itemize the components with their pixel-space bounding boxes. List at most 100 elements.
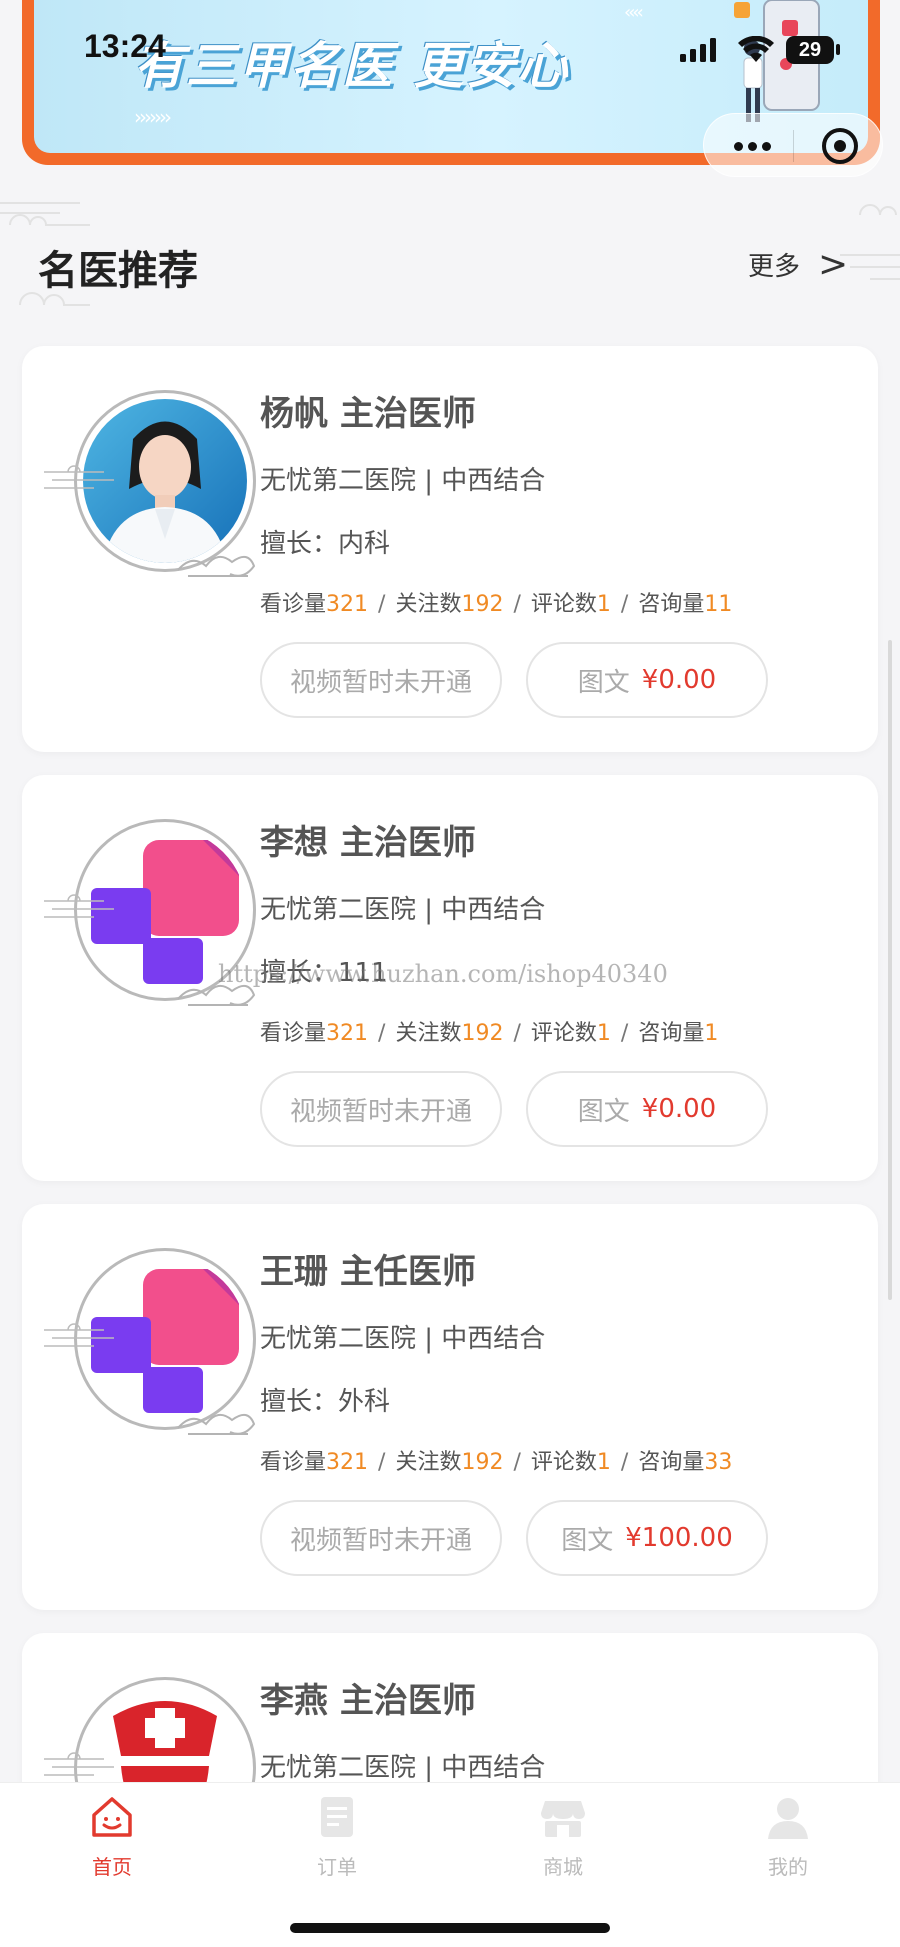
visits-count: 321 <box>326 1450 369 1475</box>
reviews-label: 评论数 <box>530 1021 597 1046</box>
stats-separator: / <box>620 592 629 617</box>
visits-label: 看诊量 <box>260 1021 327 1046</box>
chevron-right-icon: > <box>818 243 849 285</box>
text-consult-button[interactable]: 图文 ¥0.00 <box>526 642 768 718</box>
follows-label: 关注数 <box>395 592 462 617</box>
video-consult-button[interactable]: 视频暂时未开通 <box>260 642 502 718</box>
doctor-name: 王珊 主任医师 <box>260 1252 476 1292</box>
doctor-specialty: 擅长：外科 <box>260 1387 391 1417</box>
visits-label: 看诊量 <box>260 1450 327 1475</box>
reviews-count: 1 <box>596 1450 611 1475</box>
banner-chevrons: ››››››› <box>134 105 172 129</box>
stats-separator: / <box>513 1450 521 1475</box>
consults-count: 11 <box>704 592 733 617</box>
consults-label: 咨询量 <box>638 1021 705 1046</box>
consults-count: 33 <box>704 1450 733 1475</box>
text-consult-price: ¥0.00 <box>641 665 717 695</box>
doctor-name: 杨帆 主治医师 <box>260 394 476 434</box>
stats-separator: / <box>620 1021 629 1046</box>
cloud-decoration-icon <box>44 1323 114 1347</box>
visits-label: 看诊量 <box>260 592 327 617</box>
home-indicator <box>290 1923 610 1933</box>
scrollbar[interactable] <box>888 640 892 1300</box>
text-consult-price: ¥100.00 <box>625 1523 733 1553</box>
consults-label: 咨询量 <box>638 592 705 617</box>
doctor-avatar <box>44 1248 256 1448</box>
stats-separator: / <box>620 1450 629 1475</box>
more-label: 更多 <box>748 252 801 282</box>
wifi-icon <box>738 36 774 62</box>
cloud-decoration-icon <box>44 1752 114 1776</box>
visits-count: 321 <box>326 1021 369 1046</box>
doctor-card[interactable]: 杨帆 主治医师 无忧第二医院 | 中西结合 擅长：内科 看诊量321 / 关注数19… <box>22 346 878 752</box>
cellular-signal-icon <box>680 38 716 62</box>
tab-orders[interactable]: 订单 <box>277 1793 397 1883</box>
tab-me-label: 我的 <box>768 1855 808 1879</box>
battery-icon: 29 <box>786 36 834 64</box>
text-consult-button[interactable]: 图文 ¥100.00 <box>526 1500 768 1576</box>
reviews-count: 1 <box>596 1021 611 1046</box>
stats-separator: / <box>378 1021 386 1046</box>
follows-label: 关注数 <box>395 1450 462 1475</box>
doctor-hospital: 无忧第二医院 | 中西结合 <box>260 1324 546 1354</box>
banner-slogan: 有三甲名医 更安心 <box>134 37 570 95</box>
text-consult-label: 图文 <box>561 1525 614 1556</box>
order-icon <box>321 1797 353 1837</box>
text-consult-label: 图文 <box>577 1096 630 1127</box>
banner-chevrons-small: ‹‹‹‹ <box>624 2 644 23</box>
follows-label: 关注数 <box>395 1021 462 1046</box>
tab-shop-label: 商城 <box>543 1855 583 1879</box>
reviews-label: 评论数 <box>530 592 597 617</box>
home-icon <box>92 1797 132 1837</box>
tab-shop[interactable]: 商城 <box>503 1793 623 1883</box>
doctor-card[interactable]: 王珊 主任医师 无忧第二医院 | 中西结合 擅长：外科 看诊量321 / 关注数19… <box>22 1204 878 1610</box>
capsule-divider <box>793 130 794 162</box>
more-link[interactable]: 更多 > <box>748 246 848 283</box>
video-consult-button[interactable]: 视频暂时未开通 <box>260 1071 502 1147</box>
cloud-decoration-icon <box>44 894 114 918</box>
status-icons: 29 <box>680 30 850 70</box>
follows-count: 192 <box>461 1021 504 1046</box>
watermark: https://www.huzhan.com/ishop40340 <box>218 960 668 988</box>
doctor-avatar <box>44 390 256 590</box>
doctor-hospital: 无忧第二医院 | 中西结合 <box>260 1753 546 1783</box>
battery-tip <box>836 44 840 55</box>
shop-icon <box>541 1801 585 1837</box>
doctor-name: 李想 主治医师 <box>260 823 476 863</box>
reviews-label: 评论数 <box>530 1450 597 1475</box>
stats-separator: / <box>513 1021 521 1046</box>
tab-me[interactable]: 我的 <box>728 1793 848 1883</box>
page: { "status_bar": {"time": "13:24", "batte… <box>0 0 900 1947</box>
status-time: 13:24 <box>84 28 166 64</box>
close-miniprogram-icon[interactable] <box>822 128 858 164</box>
cloud-decoration-icon <box>178 1413 256 1435</box>
stats-separator: / <box>378 1450 386 1475</box>
cloud-decoration-icon <box>840 204 900 280</box>
visits-count: 321 <box>326 592 369 617</box>
more-options-icon[interactable] <box>734 140 774 152</box>
doctor-hospital: 无忧第二医院 | 中西结合 <box>260 895 546 925</box>
text-consult-button[interactable]: 图文 ¥0.00 <box>526 1071 768 1147</box>
tab-home[interactable]: 首页 <box>52 1793 172 1883</box>
text-consult-label: 图文 <box>577 667 630 698</box>
doctor-stats: 看诊量321 / 关注数192 / 评论数1 / 咨询量33 <box>260 1444 732 1476</box>
video-consult-button[interactable]: 视频暂时未开通 <box>260 1500 502 1576</box>
reviews-count: 1 <box>596 592 611 617</box>
section-title: 名医推荐 <box>38 248 198 294</box>
stats-separator: / <box>378 592 386 617</box>
consults-label: 咨询量 <box>638 1450 705 1475</box>
doctor-hospital: 无忧第二医院 | 中西结合 <box>260 466 546 496</box>
user-icon <box>768 1798 808 1839</box>
doctor-avatar <box>44 819 256 1019</box>
doctor-stats: 看诊量321 / 关注数192 / 评论数1 / 咨询量11 <box>260 586 732 618</box>
consults-count: 1 <box>704 1021 719 1046</box>
miniprogram-capsule <box>703 113 883 177</box>
doctor-name: 李燕 主治医师 <box>260 1681 476 1721</box>
cloud-decoration-icon <box>44 465 114 489</box>
doctor-specialty: 擅长：内科 <box>260 529 391 559</box>
follows-count: 192 <box>461 592 504 617</box>
follows-count: 192 <box>461 1450 504 1475</box>
stats-separator: / <box>513 592 521 617</box>
tab-home-label: 首页 <box>92 1855 132 1879</box>
cloud-decoration-icon <box>178 555 256 577</box>
